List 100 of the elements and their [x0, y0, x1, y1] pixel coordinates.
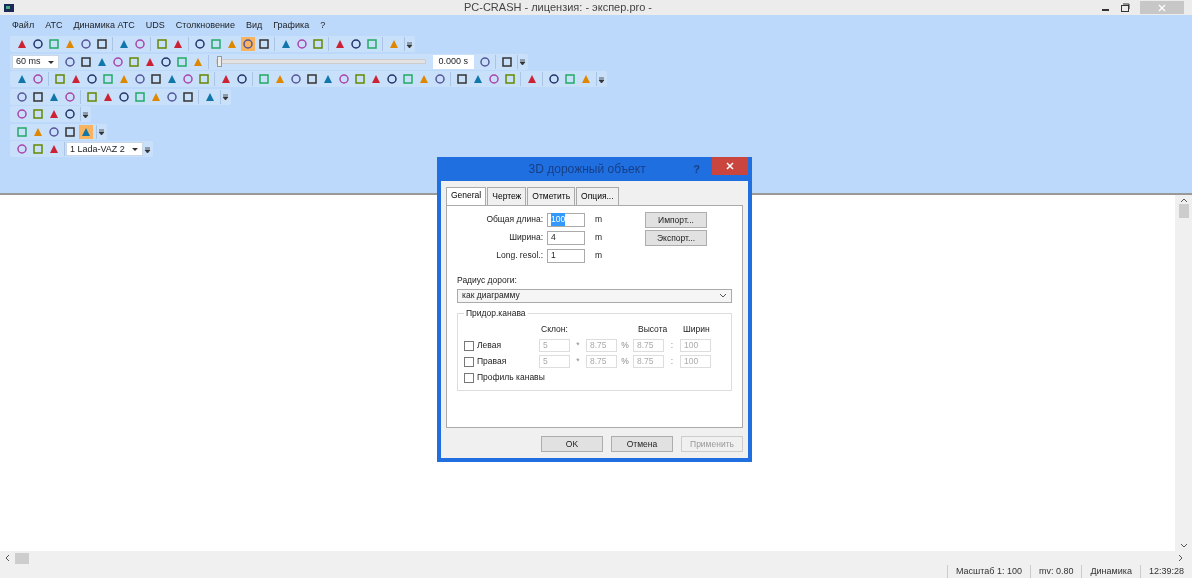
overflow-icon[interactable]: [406, 39, 413, 49]
tool-button[interactable]: [385, 72, 399, 87]
tool-button[interactable]: [478, 54, 493, 69]
dialog-button[interactable]: OK: [541, 436, 603, 452]
dialog-button[interactable]: Отмена: [611, 436, 673, 452]
checkbox[interactable]: Правая: [464, 355, 536, 368]
tool-button[interactable]: [349, 37, 363, 52]
tab[interactable]: Отметить: [527, 187, 576, 205]
tool-icon: [182, 90, 194, 103]
tool-button[interactable]: [455, 72, 469, 87]
horizontal-scrollbar[interactable]: [0, 551, 1192, 565]
tool-icon: [322, 73, 334, 86]
menu-item[interactable]: ?: [320, 19, 326, 33]
tool-button[interactable]: [47, 124, 61, 139]
menu-item[interactable]: Файл: [12, 19, 35, 33]
overflow-icon[interactable]: [82, 109, 89, 119]
tool-icon: [86, 73, 98, 86]
dropdown[interactable]: как диаграмму: [457, 288, 732, 303]
tool-icon: [334, 38, 346, 51]
tab[interactable]: Чертеж: [487, 187, 527, 205]
tool-button[interactable]: [181, 72, 195, 87]
tool-icon: [16, 38, 28, 51]
tool-icon: [472, 73, 484, 86]
tab[interactable]: General: [446, 187, 487, 205]
tool-button[interactable]: [95, 37, 109, 52]
tool-button[interactable]: [149, 72, 163, 87]
tool-button[interactable]: [337, 72, 351, 87]
tool-button[interactable]: [110, 54, 125, 69]
dialog-button[interactable]: Экспорт...: [645, 229, 707, 246]
tool-button[interactable]: [79, 37, 93, 52]
tool-button[interactable]: [500, 54, 515, 69]
restore-icon[interactable]: [1120, 2, 1130, 13]
input-field[interactable]: 1: [547, 248, 585, 263]
tool-icon: [580, 73, 592, 86]
tool-button[interactable]: [158, 54, 173, 69]
tool-button[interactable]: [63, 89, 77, 104]
tool-button[interactable]: [257, 37, 271, 52]
tool-button[interactable]: [117, 89, 131, 104]
separator-label: *: [575, 339, 581, 352]
menu-item[interactable]: Динамика АТС: [73, 19, 135, 33]
menu-item[interactable]: Столкновение: [175, 19, 235, 33]
tool-button[interactable]: [433, 72, 447, 87]
tool-button[interactable]: [79, 124, 93, 139]
tool-icon: [32, 38, 44, 51]
tool-button[interactable]: [62, 54, 77, 69]
overflow-icon[interactable]: [143, 144, 151, 154]
checkbox[interactable]: Левая: [464, 339, 536, 352]
toolbar-dropdown[interactable]: 60 ms: [12, 54, 59, 69]
close-button[interactable]: [712, 157, 748, 175]
tool-button[interactable]: [15, 89, 29, 104]
tool-button[interactable]: [133, 72, 147, 87]
tool-button[interactable]: [15, 107, 29, 122]
slider-track[interactable]: [215, 59, 426, 65]
menu-item[interactable]: АТС: [45, 19, 63, 33]
unit-label: m: [594, 231, 604, 245]
tool-button[interactable]: [305, 72, 319, 87]
input-field[interactable]: 4: [547, 230, 585, 245]
tool-icon: [48, 38, 60, 51]
menu-item[interactable]: Вид: [245, 19, 263, 33]
overflow-icon[interactable]: [98, 127, 105, 137]
tool-button[interactable]: [547, 72, 561, 87]
tool-button[interactable]: [31, 72, 45, 87]
tool-button[interactable]: [193, 37, 207, 52]
menu-item[interactable]: UDS: [145, 19, 165, 33]
close-icon: [1158, 3, 1166, 12]
tool-button[interactable]: [85, 72, 99, 87]
tool-button[interactable]: [289, 72, 303, 87]
scroll-thumb[interactable]: [1178, 204, 1189, 218]
tool-icon: [111, 55, 124, 68]
tool-button[interactable]: [295, 37, 309, 52]
unit-label: m: [594, 249, 604, 263]
scroll-thumb[interactable]: [15, 552, 29, 564]
slider-thumb[interactable]: [216, 56, 222, 68]
separator-label: *: [575, 355, 581, 368]
tool-button[interactable]: [133, 37, 147, 52]
tool-icon: [79, 55, 92, 68]
tool-button[interactable]: [63, 124, 77, 139]
tool-icon: [134, 38, 146, 51]
checkbox[interactable]: Профиль канавы: [464, 371, 545, 384]
tool-button[interactable]: [241, 37, 255, 52]
dialog-button[interactable]: Импорт...: [645, 211, 707, 228]
tool-icon: [312, 38, 324, 51]
menu-item[interactable]: Графика: [273, 19, 310, 33]
tool-button[interactable]: [487, 72, 501, 87]
tab[interactable]: Опция...: [576, 187, 619, 205]
tool-button[interactable]: [181, 89, 195, 104]
tool-button[interactable]: [15, 142, 29, 157]
tool-button[interactable]: [165, 89, 179, 104]
dropdown-value: 1 Lada-VAZ 2: [70, 142, 125, 156]
vertical-scrollbar[interactable]: [1175, 195, 1192, 551]
overflow-icon[interactable]: [598, 74, 605, 84]
tool-button[interactable]: [78, 54, 93, 69]
toolbar-dropdown[interactable]: 1 Lada-VAZ 2: [66, 142, 143, 157]
tool-button[interactable]: [31, 37, 45, 52]
tool-button[interactable]: [235, 72, 249, 87]
overflow-icon[interactable]: [222, 92, 229, 102]
overflow-icon[interactable]: [519, 57, 527, 67]
tool-icon: [220, 73, 232, 86]
tool-button[interactable]: [31, 89, 45, 104]
tool-button[interactable]: [63, 107, 77, 122]
